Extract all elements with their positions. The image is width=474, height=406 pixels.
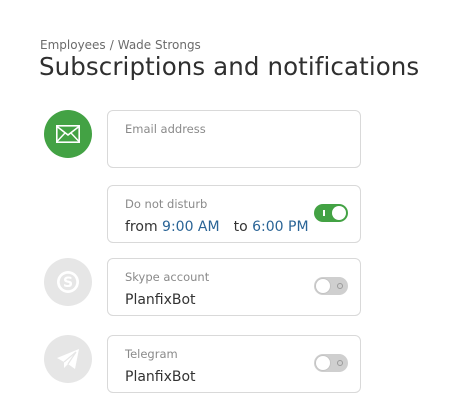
dnd-schedule: from 9:00 AM to 6:00 PM: [125, 219, 309, 235]
skype-icon: S: [44, 258, 92, 306]
breadcrumb-parent-link[interactable]: Employees: [40, 38, 106, 52]
telegram-card: Telegram PlanfixBot: [107, 335, 361, 393]
skype-card: Skype account PlanfixBot: [107, 258, 361, 316]
breadcrumb: Employees / Wade Strongs: [40, 38, 201, 52]
telegram-toggle[interactable]: [314, 354, 348, 372]
skype-label: Skype account: [125, 270, 210, 284]
breadcrumb-current: Wade Strongs: [117, 38, 201, 52]
svg-text:S: S: [63, 275, 73, 291]
dnd-from-time[interactable]: 9:00 AM: [162, 219, 220, 235]
telegram-icon: [44, 335, 92, 383]
telegram-account-value[interactable]: PlanfixBot: [125, 369, 196, 385]
email-card[interactable]: Email address: [107, 110, 361, 168]
telegram-label: Telegram: [125, 347, 178, 361]
breadcrumb-separator: /: [109, 38, 114, 52]
skype-account-value[interactable]: PlanfixBot: [125, 292, 196, 308]
dnd-from-label: from: [125, 219, 158, 235]
dnd-to-label: to: [233, 219, 248, 235]
dnd-toggle[interactable]: [314, 204, 348, 222]
dnd-label: Do not disturb: [125, 197, 208, 211]
dnd-card: Do not disturb from 9:00 AM to 6:00 PM: [107, 185, 361, 243]
skype-toggle[interactable]: [314, 277, 348, 295]
dnd-to-time[interactable]: 6:00 PM: [252, 219, 308, 235]
page-title: Subscriptions and notifications: [39, 52, 420, 81]
mail-icon: [44, 110, 92, 158]
email-label: Email address: [125, 122, 206, 136]
